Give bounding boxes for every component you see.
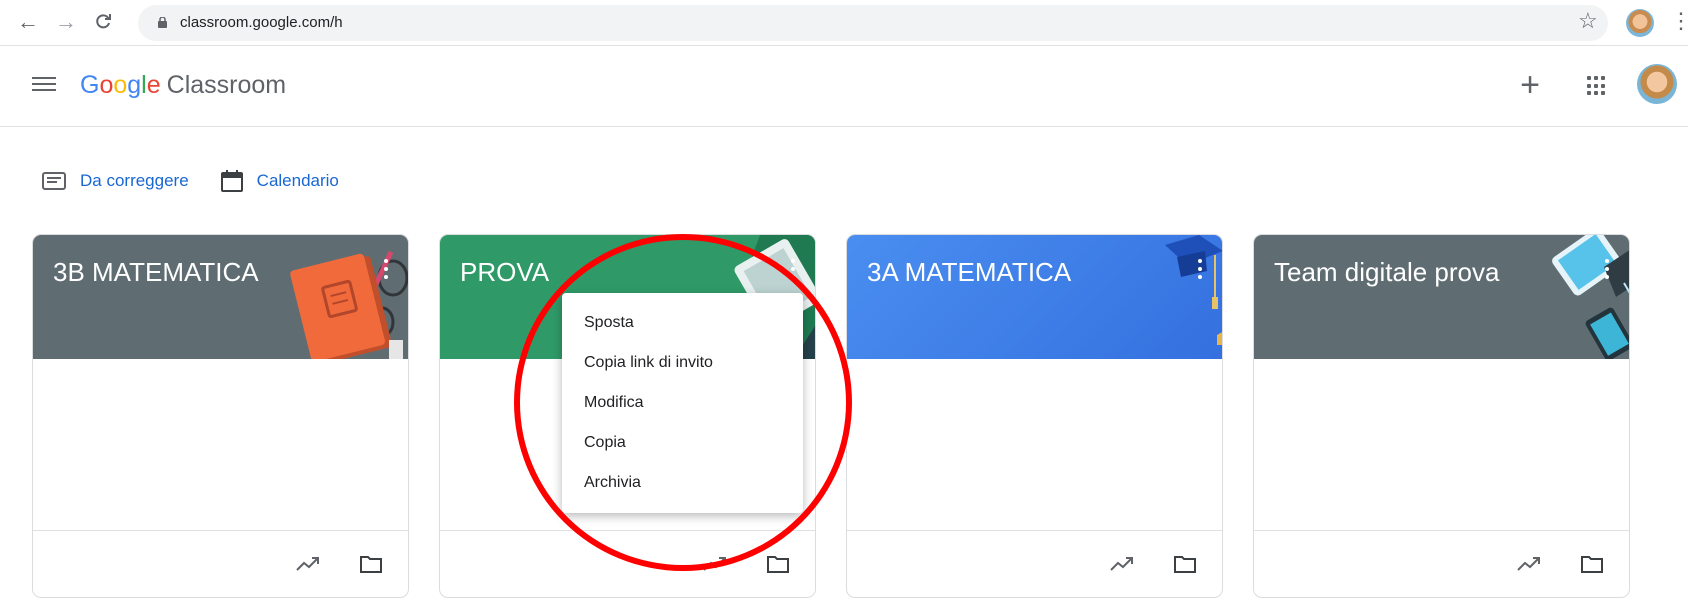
calendar-icon — [220, 170, 243, 192]
card-title[interactable]: 3A MATEMATICA — [867, 257, 1071, 288]
account-avatar[interactable] — [1637, 64, 1677, 104]
reload-icon-svg — [96, 14, 111, 29]
reload-icon[interactable] — [89, 8, 117, 36]
app-name: Classroom — [166, 71, 287, 99]
card-banner[interactable]: 3A MATEMATICA — [847, 235, 1222, 359]
class-card-team-digitale-prova[interactable]: Team digitale prova — [1253, 234, 1630, 598]
three-dot-menu-icon[interactable]: ⋮ — [1670, 8, 1688, 34]
classroom-screenshot: ← → classroom.google.com/h ☆ ⋮ Google Cla… — [0, 0, 1688, 599]
card-footer — [1254, 530, 1629, 597]
trending-up-icon[interactable] — [1110, 554, 1134, 572]
folder-icon[interactable] — [359, 554, 383, 574]
graduation-cap-illustration — [1165, 235, 1222, 345]
class-card-3b-matematica[interactable]: 3B MATEMATICA — [32, 234, 409, 598]
to-review-icon — [42, 172, 66, 190]
back-arrow-icon[interactable]: ← — [14, 8, 42, 36]
class-card-3a-matematica[interactable]: 3A MATEMATICA — [846, 234, 1223, 598]
card-footer — [33, 530, 408, 597]
browser-toolbar: ← → classroom.google.com/h ☆ ⋮ — [0, 0, 1688, 46]
add-class-button[interactable]: + — [1514, 65, 1546, 105]
red-annotation-circle — [514, 234, 852, 571]
card-title[interactable]: 3B MATEMATICA — [53, 257, 259, 288]
app-header: Google Classroom + — [0, 47, 1688, 127]
quick-links: Da correggere Calendario — [42, 166, 371, 196]
logo-letter: o — [113, 71, 128, 99]
calendar-link[interactable]: Calendario — [220, 169, 339, 193]
card-more-options-icon[interactable] — [382, 259, 390, 283]
card-more-options-icon[interactable] — [1196, 259, 1204, 283]
card-banner[interactable]: Team digitale prova — [1254, 235, 1629, 359]
folder-icon[interactable] — [1173, 554, 1197, 574]
card-title[interactable]: Team digitale prova — [1274, 257, 1499, 288]
calendar-label[interactable]: Calendario — [257, 171, 339, 191]
card-title[interactable]: PROVA — [460, 257, 549, 288]
forward-arrow-icon[interactable]: → — [52, 8, 80, 36]
folder-icon[interactable] — [766, 554, 790, 574]
trending-up-icon[interactable] — [296, 554, 320, 572]
google-classroom-logo[interactable]: Google Classroom — [80, 70, 286, 100]
logo-letter: G — [80, 71, 100, 99]
logo-letter: e — [146, 71, 161, 99]
folder-icon[interactable] — [1580, 554, 1604, 574]
google-apps-icon[interactable] — [1587, 76, 1607, 96]
lock-icon — [158, 17, 167, 28]
card-banner[interactable]: 3B MATEMATICA — [33, 235, 408, 359]
card-more-options-icon[interactable] — [1603, 259, 1611, 283]
trending-up-icon[interactable] — [1517, 554, 1541, 572]
star-icon[interactable]: ☆ — [1578, 8, 1598, 34]
hamburger-menu-icon[interactable] — [32, 73, 56, 97]
devices-illustration — [1552, 235, 1629, 359]
logo-letter: g — [127, 71, 142, 99]
to-review-link[interactable]: Da correggere — [42, 171, 189, 191]
logo-letter: o — [99, 71, 114, 99]
browser-profile-avatar[interactable] — [1626, 9, 1654, 37]
to-review-label[interactable]: Da correggere — [80, 171, 189, 191]
address-bar[interactable]: classroom.google.com/h — [138, 5, 1608, 41]
url-text[interactable]: classroom.google.com/h — [180, 14, 343, 31]
card-footer — [847, 530, 1222, 597]
